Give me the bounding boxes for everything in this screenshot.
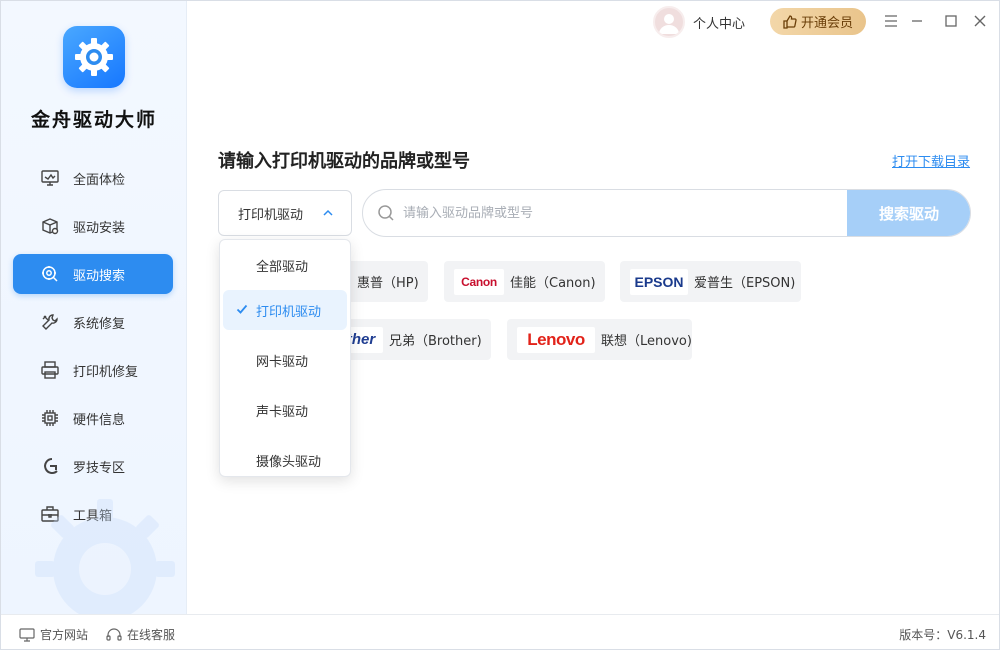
avatar[interactable]: [653, 6, 685, 38]
sidebar-item-driver-search[interactable]: 驱动搜索: [13, 254, 173, 294]
gear-logo-icon: [75, 38, 113, 76]
close-icon: [974, 15, 986, 27]
search-bar: 搜索驱动: [362, 189, 971, 237]
search-icon: [378, 205, 394, 221]
driver-type-select[interactable]: 打印机驱动: [218, 190, 352, 236]
sidebar-item-label: 系统修复: [73, 316, 126, 332]
open-download-folder-link[interactable]: 打开下载目录: [892, 151, 970, 170]
brand-canon[interactable]: Canon 佳能（Canon): [444, 261, 605, 302]
search-input[interactable]: [403, 201, 833, 225]
app-logo: [63, 26, 125, 88]
chip-icon: [39, 407, 61, 429]
minimize-icon: [912, 20, 922, 22]
search-gear-icon: [39, 263, 61, 285]
driver-type-dropdown: 全部驱动 打印机驱动 网卡驱动 声卡驱动 摄像头驱动: [219, 239, 351, 477]
footer: 官方网站 在线客服 版本号：V6.1.4: [1, 614, 999, 649]
online-service-label: 在线客服: [127, 628, 176, 642]
sidebar-item-logitech[interactable]: 罗技专区: [13, 446, 173, 486]
version-label: 版本号：V6.1.4: [899, 628, 986, 642]
sidebar-item-label: 罗技专区: [73, 460, 126, 476]
dropdown-option-printer[interactable]: 打印机驱动: [223, 290, 347, 330]
brand-label: 惠普（HP): [357, 276, 419, 291]
monitor-check-icon: [39, 167, 61, 189]
driver-type-value: 打印机驱动: [238, 207, 304, 223]
sidebar: 金舟驱动大师 全面体检 驱动安装 驱动搜索 系统修复 打印机修复 硬件信息 罗技…: [1, 1, 187, 614]
lenovo-logo: Lenovo: [517, 326, 595, 353]
canon-logo: Canon: [454, 268, 504, 295]
sidebar-item-full-check[interactable]: 全面体检: [13, 158, 173, 198]
printer-icon: [39, 359, 61, 381]
sidebar-item-system-repair[interactable]: 系统修复: [13, 302, 173, 342]
brand-label: 佳能（Canon): [510, 276, 596, 291]
brand-label: 兄弟（Brother): [389, 334, 482, 349]
sidebar-item-hardware-info[interactable]: 硬件信息: [13, 398, 173, 438]
menu-button[interactable]: [881, 11, 901, 31]
dropdown-option-all[interactable]: 全部驱动: [223, 245, 347, 285]
epson-logo: EPSON: [630, 268, 688, 295]
close-button[interactable]: [970, 11, 990, 31]
search-button[interactable]: 搜索驱动: [847, 190, 970, 236]
dropdown-option-sound[interactable]: 声卡驱动: [223, 390, 347, 430]
official-site-link[interactable]: 官方网站: [19, 626, 88, 643]
sidebar-item-label: 全面体检: [73, 172, 126, 188]
dropdown-option-label: 网卡驱动: [256, 354, 309, 370]
online-service-link[interactable]: 在线客服: [106, 626, 175, 643]
sidebar-item-label: 硬件信息: [73, 412, 126, 428]
logitech-icon: [39, 455, 61, 477]
maximize-icon: [945, 15, 957, 27]
minimize-button[interactable]: [907, 11, 927, 31]
app-window: 金舟驱动大师 全面体检 驱动安装 驱动搜索 系统修复 打印机修复 硬件信息 罗技…: [0, 0, 1000, 650]
dropdown-option-camera[interactable]: 摄像头驱动: [223, 440, 347, 480]
vip-label: 开通会员: [800, 16, 853, 31]
brand-brother[interactable]: ther 兄弟（Brother): [337, 319, 491, 360]
thumbs-up-icon: [783, 14, 797, 29]
vip-button[interactable]: 开通会员: [770, 8, 866, 35]
dropdown-option-label: 打印机驱动: [256, 304, 322, 320]
app-name: 金舟驱动大师: [30, 109, 157, 131]
package-gear-icon: [39, 215, 61, 237]
dropdown-option-label: 摄像头驱动: [256, 454, 322, 470]
dropdown-option-label: 全部驱动: [256, 259, 309, 275]
user-center-link[interactable]: 个人中心: [693, 13, 745, 32]
monitor-icon: [19, 627, 35, 642]
chevron-up-icon: [323, 209, 333, 216]
official-site-label: 官方网站: [40, 628, 89, 642]
dropdown-option-network[interactable]: 网卡驱动: [223, 340, 347, 380]
sidebar-item-label: 打印机修复: [73, 364, 139, 380]
maximize-button[interactable]: [941, 11, 961, 31]
hamburger-icon: [885, 15, 897, 27]
page-title: 请输入打印机驱动的品牌或型号: [218, 151, 470, 172]
check-icon: [236, 304, 248, 314]
wrench-icon: [39, 311, 61, 333]
sidebar-item-printer-repair[interactable]: 打印机修复: [13, 350, 173, 390]
brand-label: 爱普生（EPSON): [694, 276, 796, 291]
decorative-gear-icon: [35, 499, 175, 614]
sidebar-item-driver-install[interactable]: 驱动安装: [13, 206, 173, 246]
sidebar-item-label: 驱动安装: [73, 220, 126, 236]
headset-icon: [106, 627, 122, 641]
sidebar-nav: 全面体检 驱动安装 驱动搜索 系统修复 打印机修复 硬件信息 罗技专区 工具箱: [13, 158, 173, 542]
sidebar-item-label: 驱动搜索: [73, 268, 126, 284]
brand-epson[interactable]: EPSON 爱普生（EPSON): [620, 261, 801, 302]
brand-lenovo[interactable]: Lenovo 联想（Lenovo): [507, 319, 692, 360]
brand-label: 联想（Lenovo): [601, 334, 692, 349]
dropdown-option-label: 声卡驱动: [256, 404, 309, 420]
